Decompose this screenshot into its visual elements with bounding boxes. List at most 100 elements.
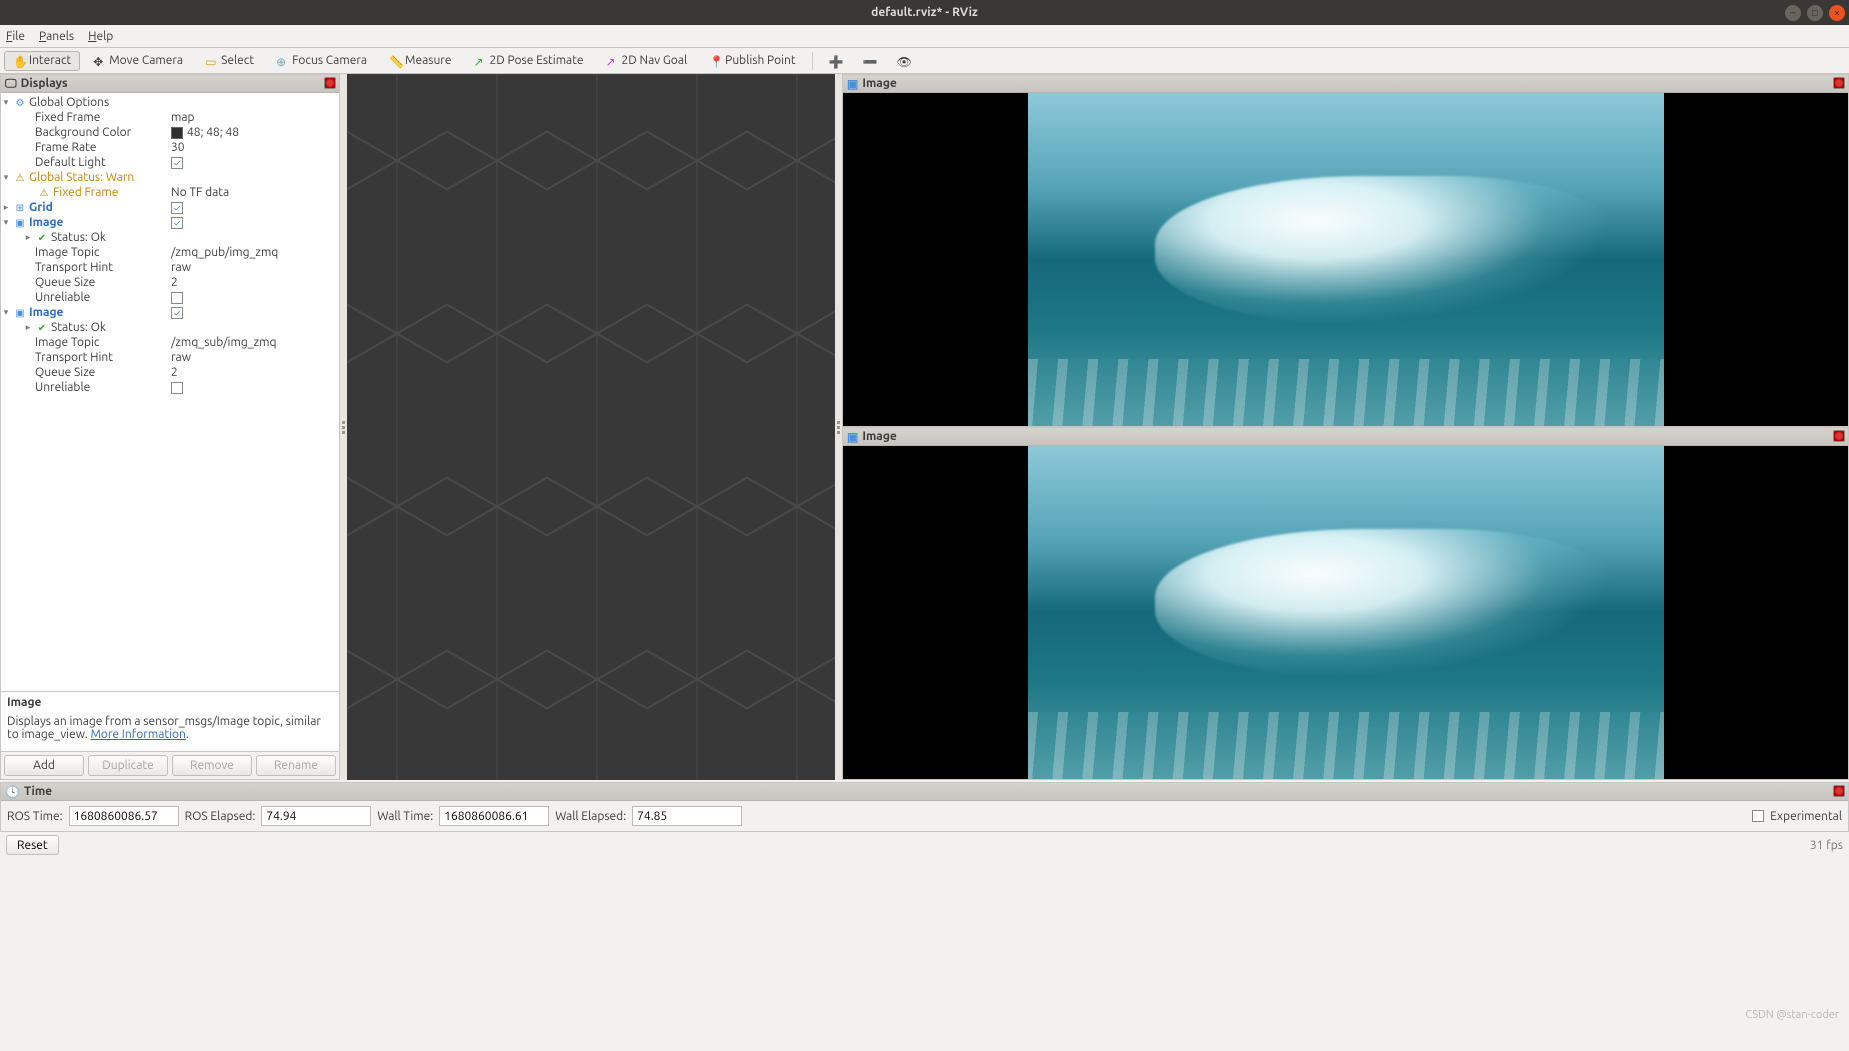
expander-icon[interactable]: ▾ — [1, 305, 11, 320]
tree-image-1[interactable]: ▾▣Image ✓ — [1, 215, 339, 230]
tool-focus-camera[interactable]: ⊕Focus Camera — [267, 51, 376, 71]
tree-grid[interactable]: ▸⊞Grid ✓ — [1, 200, 339, 215]
tree-global-options[interactable]: ▾⚙Global Options — [1, 95, 339, 110]
panel-close-icon[interactable] — [324, 77, 336, 89]
tool-plus[interactable]: ➕ — [820, 51, 850, 71]
tree-image1-topic[interactable]: Image Topic /zmq_pub/img_zmq — [1, 245, 339, 260]
image-content — [1028, 446, 1664, 779]
tool-focus-camera-label: Focus Camera — [292, 54, 367, 67]
tree-default-light[interactable]: Default Light ✓ — [1, 155, 339, 170]
tool-select[interactable]: ▭Select — [196, 51, 263, 71]
check-icon: ✔ — [36, 322, 48, 334]
image-display-1 — [843, 93, 1848, 426]
view-3d[interactable] — [347, 74, 835, 780]
expander-icon[interactable]: ▾ — [1, 170, 11, 185]
time-panel-header[interactable]: 🕓 Time — [1, 783, 1848, 801]
expander-icon[interactable]: ▸ — [1, 200, 11, 215]
displays-panel-title: Displays — [21, 77, 68, 90]
grid-background — [347, 74, 835, 780]
tool-2d-pose-estimate[interactable]: ↗2D Pose Estimate — [464, 51, 592, 71]
checkbox-icon[interactable]: ✓ — [171, 217, 183, 229]
main-area: 🖵 Displays ▾⚙Global Options Fixed Frame … — [0, 74, 1849, 780]
tree-status-fixed-frame[interactable]: ⚠Fixed Frame No TF data — [1, 185, 339, 200]
tree-global-status[interactable]: ▾⚠Global Status: Warn — [1, 170, 339, 185]
expander-icon[interactable]: ▸ — [23, 230, 33, 245]
add-button[interactable]: Add — [4, 755, 84, 776]
toolbar: ✋Interact ✥Move Camera ▭Select ⊕Focus Ca… — [0, 48, 1849, 74]
menu-help[interactable]: Help — [88, 30, 113, 43]
tree-image1-transport[interactable]: Transport Hint raw — [1, 260, 339, 275]
tree-image-2[interactable]: ▾▣Image ✓ — [1, 305, 339, 320]
tool-move-camera[interactable]: ✥Move Camera — [84, 51, 192, 71]
wave-foam — [1155, 529, 1613, 679]
ros-elapsed-field[interactable] — [261, 806, 371, 826]
frame-rate-label: Frame Rate — [35, 140, 96, 155]
maximize-button[interactable]: □ — [1807, 5, 1823, 21]
tree-image1-queue[interactable]: Queue Size 2 — [1, 275, 339, 290]
splitter-left[interactable] — [340, 74, 347, 780]
tree-fixed-frame[interactable]: Fixed Frame map — [1, 110, 339, 125]
image-panel-1-header[interactable]: ▣ Image — [843, 75, 1848, 93]
checkbox-icon[interactable] — [171, 382, 183, 394]
image1-label: Image — [29, 215, 63, 230]
ruler-icon: 📏 — [389, 55, 401, 67]
tree-image2-topic[interactable]: Image Topic /zmq_sub/img_zmq — [1, 335, 339, 350]
splitter-right[interactable] — [835, 74, 842, 780]
minimize-button[interactable]: – — [1785, 5, 1801, 21]
tree-image2-queue[interactable]: Queue Size 2 — [1, 365, 339, 380]
wall-elapsed-field[interactable] — [632, 806, 742, 826]
grid-icon: ⊞ — [14, 202, 26, 214]
image-panels: ▣ Image ▣ Image — [842, 74, 1849, 780]
image2-queue-value: 2 — [171, 365, 178, 380]
rename-button[interactable]: Rename — [256, 755, 336, 776]
tool-minus[interactable]: ➖ — [854, 51, 884, 71]
experimental-checkbox[interactable] — [1752, 810, 1764, 822]
experimental-label: Experimental — [1770, 810, 1842, 823]
panel-close-icon[interactable] — [1833, 785, 1845, 797]
image-panel-2-header[interactable]: ▣ Image — [843, 428, 1848, 446]
tree-background-color[interactable]: Background Color 48; 48; 48 — [1, 125, 339, 140]
displays-panel-header[interactable]: 🖵 Displays — [1, 75, 339, 93]
image2-queue-label: Queue Size — [35, 365, 95, 380]
checkbox-icon[interactable]: ✓ — [171, 202, 183, 214]
wave-foam — [1155, 176, 1613, 326]
more-information-link[interactable]: More Information — [90, 728, 185, 741]
clock-icon: 🕓 — [5, 785, 20, 799]
close-button[interactable]: × — [1829, 5, 1845, 21]
tool-measure[interactable]: 📏Measure — [380, 51, 460, 71]
checkbox-icon[interactable]: ✓ — [171, 157, 183, 169]
tree-image1-status[interactable]: ▸✔Status: Ok — [1, 230, 339, 245]
menu-file[interactable]: File — [6, 30, 25, 43]
image1-topic-label: Image Topic — [35, 245, 100, 260]
image-panel-2: ▣ Image — [842, 427, 1849, 780]
hand-icon: ✋ — [13, 55, 25, 67]
panel-close-icon[interactable] — [1833, 77, 1845, 89]
tool-2d-nav-goal[interactable]: ↗2D Nav Goal — [597, 51, 697, 71]
tree-frame-rate[interactable]: Frame Rate 30 — [1, 140, 339, 155]
image-icon: ▣ — [847, 430, 858, 444]
arrow-green-icon: ↗ — [473, 55, 485, 67]
reset-button[interactable]: Reset — [6, 835, 59, 855]
menu-panels[interactable]: Panels — [39, 30, 74, 43]
image-display-2 — [843, 446, 1848, 779]
tree-image2-transport[interactable]: Transport Hint raw — [1, 350, 339, 365]
duplicate-button[interactable]: Duplicate — [88, 755, 168, 776]
checkbox-icon[interactable] — [171, 292, 183, 304]
tree-image2-status[interactable]: ▸✔Status: Ok — [1, 320, 339, 335]
checkbox-icon[interactable]: ✓ — [171, 307, 183, 319]
wall-time-field[interactable] — [439, 806, 549, 826]
expander-icon[interactable]: ▾ — [1, 95, 11, 110]
tool-eye[interactable]: 👁 — [888, 51, 918, 71]
expander-icon[interactable]: ▸ — [23, 320, 33, 335]
tree-image2-unreliable[interactable]: Unreliable — [1, 380, 339, 395]
remove-button[interactable]: Remove — [172, 755, 252, 776]
tree-image1-unreliable[interactable]: Unreliable — [1, 290, 339, 305]
panel-close-icon[interactable] — [1833, 430, 1845, 442]
image2-status-label: Status: Ok — [51, 320, 106, 335]
tool-interact[interactable]: ✋Interact — [4, 51, 80, 71]
expander-icon[interactable]: ▾ — [1, 215, 11, 230]
displays-tree[interactable]: ▾⚙Global Options Fixed Frame map Backgro… — [1, 93, 339, 691]
ros-time-field[interactable] — [69, 806, 179, 826]
tool-publish-point[interactable]: 📍Publish Point — [700, 51, 804, 71]
image1-unreliable-label: Unreliable — [35, 290, 90, 305]
